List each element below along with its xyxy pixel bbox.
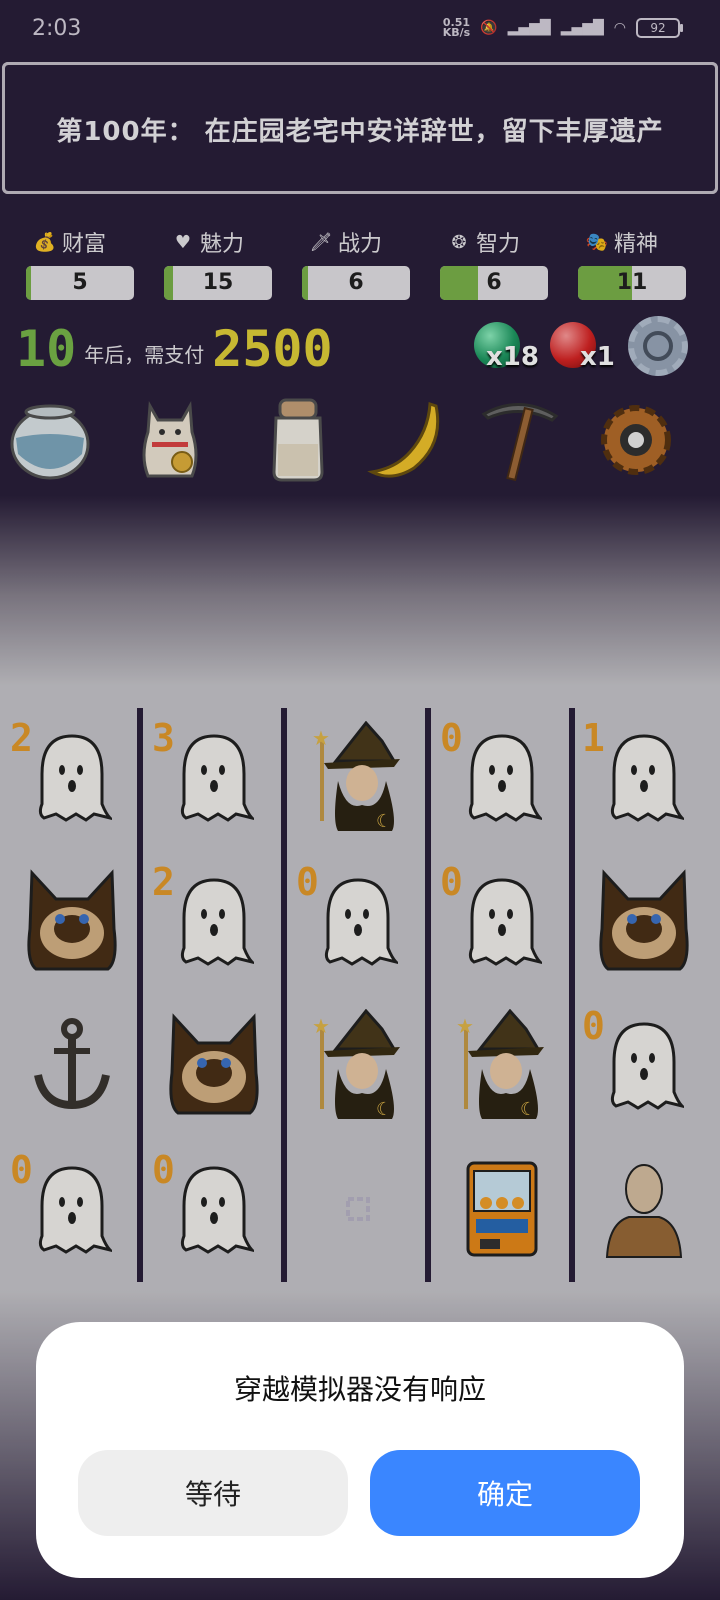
wait-button[interactable]: 等待	[78, 1450, 348, 1536]
app-screen: 2:03 0.51 KB/s 🔕 ▂▄▆█ ▂▄▆█ ◠ 92 第100年： 在…	[0, 0, 720, 1600]
confirm-button[interactable]: 确定	[370, 1450, 640, 1536]
anr-dialog: 穿越模拟器没有响应 等待 确定	[36, 1322, 684, 1578]
dialog-title: 穿越模拟器没有响应	[233, 1373, 486, 1406]
